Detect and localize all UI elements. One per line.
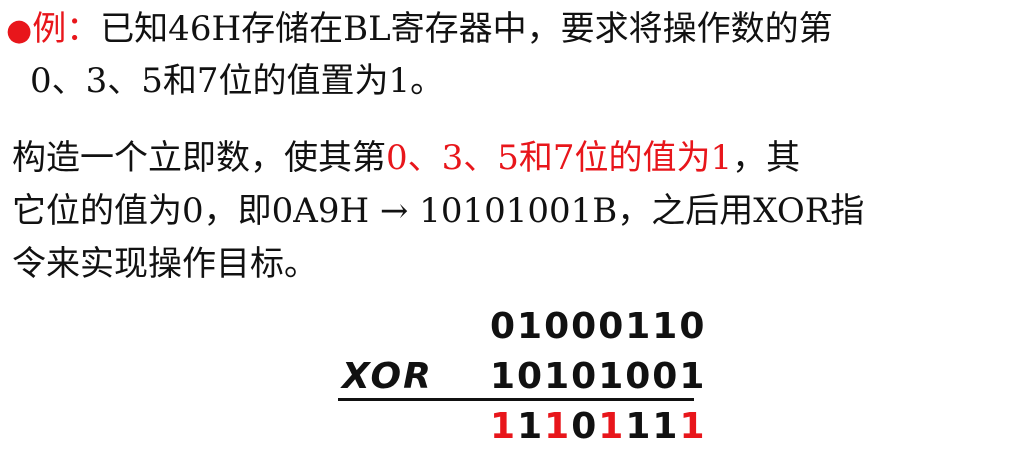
explanation-line-2: 它位的值为0，即0A9H → 10101001B，之后用XOR指	[12, 188, 864, 234]
result-digit: 1	[598, 406, 626, 447]
result-digit: 1	[679, 406, 707, 447]
result-digit: 1	[517, 406, 545, 447]
result-digit: 0	[571, 406, 599, 447]
explanation-text-1b: ，其	[732, 138, 801, 178]
result-digit: 1	[490, 406, 518, 447]
bullet-icon: ●	[6, 13, 33, 48]
example-line-2: 0、3、5和7位的值置为1。	[30, 58, 444, 104]
example-text-2: 0、3、5和7位的值置为1。	[30, 61, 445, 101]
explanation-line-3: 令来实现操作目标。	[12, 241, 318, 287]
result: 11101111	[490, 404, 707, 450]
explanation-text-2: 它位的值为0，即0A9H → 10101001B，之后用XOR指	[12, 191, 865, 231]
operand-2: 10101001	[490, 356, 707, 397]
operand-1: 01000110	[490, 306, 707, 347]
example-text-1: 已知46H存储在BL寄存器中，要求将操作数的第	[100, 9, 833, 49]
result-digit: 1	[652, 406, 680, 447]
example-label: 例：	[32, 9, 101, 49]
explanation-text-1a: 构造一个立即数，使其第	[12, 138, 386, 178]
result-digit: 1	[625, 406, 653, 447]
explanation-text-3: 令来实现操作目标。	[12, 244, 318, 284]
explanation-line-1: 构造一个立即数，使其第0、3、5和7位的值为1，其	[12, 135, 800, 181]
sum-line	[338, 398, 694, 401]
result-digit: 1	[544, 406, 572, 447]
example-line-1: ●例：已知46H存储在BL寄存器中，要求将操作数的第	[6, 6, 833, 54]
explanation-highlight: 0、3、5和7位的值为1	[386, 138, 733, 178]
operator-label: XOR	[342, 356, 433, 397]
